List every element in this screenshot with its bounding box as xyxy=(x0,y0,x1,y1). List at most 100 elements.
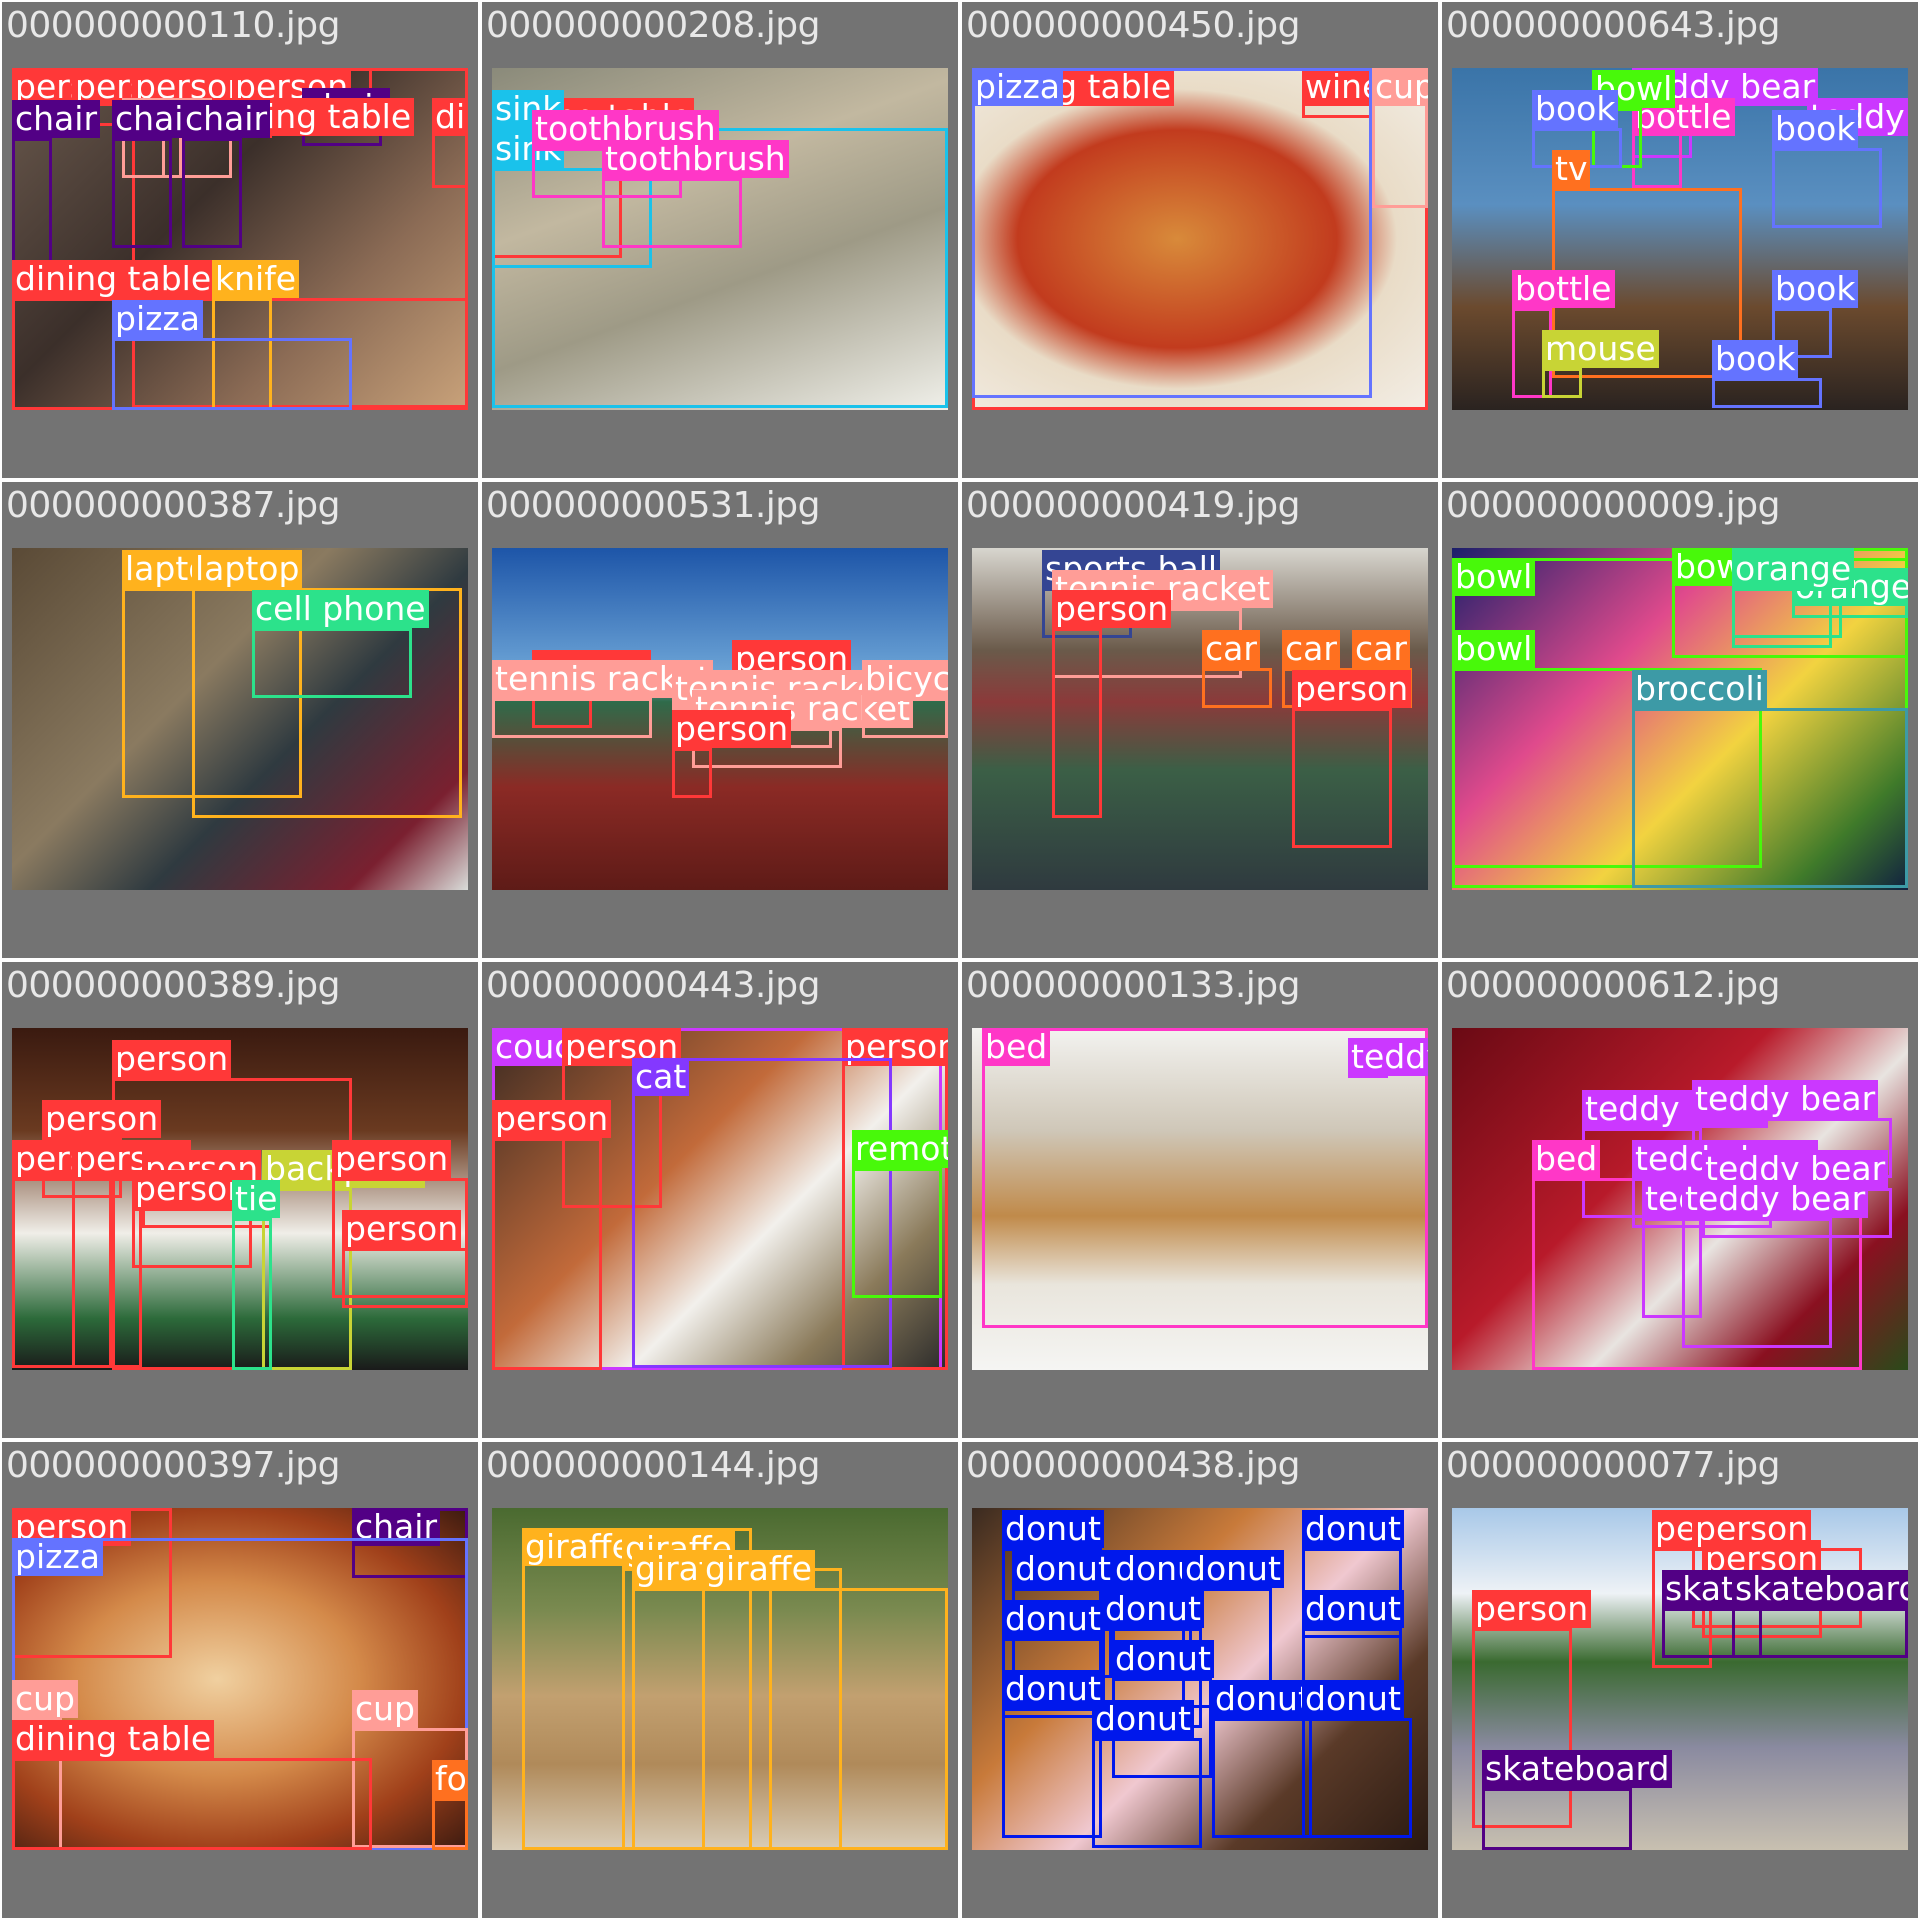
detection-label: donut xyxy=(1002,1510,1104,1548)
image-photo: personpersontennis rackettennis rackette… xyxy=(492,548,948,890)
image-filename: 000000000389.jpg xyxy=(6,965,341,1006)
image-photo: dining tablewine glasscuppizza xyxy=(972,68,1428,410)
image-filename: 000000000531.jpg xyxy=(486,485,821,526)
detection-box xyxy=(1632,708,1908,888)
detection-box xyxy=(972,68,1372,398)
detection-label: car xyxy=(1352,630,1410,668)
detection-label: bed xyxy=(1532,1140,1601,1178)
image-photo: donut donut donut donut donut donut donut donut… xyxy=(972,1508,1428,1850)
detection-box xyxy=(702,1588,948,1850)
image-photo: bowlbowlorangeorangeorangebowlbroccoli xyxy=(1452,548,1908,890)
detection-label: chair xyxy=(182,100,271,138)
image-filename: 000000000009.jpg xyxy=(1446,485,1781,526)
image-tile: 000000000009.jpgbowlbowlorangeorangeoran… xyxy=(1442,482,1918,958)
detection-label: donut xyxy=(1302,1680,1404,1718)
image-photo: teddy bearteddy bearbottlebowlbookbooktv… xyxy=(1452,68,1908,410)
image-photo: personpersonpersonskateboardskateboardpe… xyxy=(1452,1508,1908,1850)
detection-mosaic: 000000000110.jpgpersonpersonpersonperson… xyxy=(0,0,1920,1920)
detection-box xyxy=(1052,628,1102,818)
image-photo: sports ball tennis racket person car car car p… xyxy=(972,548,1428,890)
detection-label: tie xyxy=(232,1180,281,1218)
image-tile: 000000000419.jpg sports ball tennis racket… xyxy=(962,482,1438,958)
image-photo: dining tablesinksinktoothbrushtoothbrush xyxy=(492,68,948,410)
detection-label: cup xyxy=(12,1680,79,1718)
detection-box xyxy=(112,138,172,248)
detection-box xyxy=(432,1798,468,1850)
detection-label: bicycle xyxy=(862,660,948,698)
detection-label: cat xyxy=(632,1058,690,1096)
detection-label: teddy bear xyxy=(1692,1080,1879,1118)
image-filename: 000000000450.jpg xyxy=(966,5,1301,46)
detection-label: car xyxy=(1202,630,1260,668)
detection-label: donut xyxy=(1302,1590,1404,1628)
detection-box xyxy=(182,138,242,248)
image-filename: 000000000133.jpg xyxy=(966,965,1301,1006)
detection-box xyxy=(1732,1608,1908,1658)
detection-box xyxy=(672,748,712,798)
detection-label: person xyxy=(672,710,792,748)
detection-label: person xyxy=(42,1100,162,1138)
image-photo: couchpersonpersoncatpersonremote xyxy=(492,1028,948,1370)
detection-box xyxy=(112,338,352,410)
detection-label: dining table xyxy=(432,98,468,136)
detection-box xyxy=(12,1758,372,1850)
detection-label: bottle xyxy=(1512,270,1615,308)
detection-label: book xyxy=(1772,270,1859,308)
image-tile: 000000000643.jpgteddy bearteddy bearbott… xyxy=(1442,2,1918,478)
detection-label: book xyxy=(1772,110,1859,148)
image-photo: giraffe giraffe giraffe giraffe xyxy=(492,1508,948,1850)
detection-label: bowl xyxy=(1452,558,1536,596)
image-tile: 000000000387.jpg laptop laptop cell phone xyxy=(2,482,478,958)
detection-label: skateboard xyxy=(1732,1570,1908,1608)
detection-box xyxy=(342,1248,468,1308)
image-filename: 000000000208.jpg xyxy=(486,5,821,46)
detection-label: book xyxy=(1712,340,1799,378)
detection-label: donut xyxy=(1012,1550,1114,1588)
detection-label: giraffe xyxy=(522,1528,635,1566)
image-tile: 000000000438.jpg donut donut donut donut donu… xyxy=(962,1442,1438,1918)
image-tile: 000000000208.jpg dining tablesinksinktoot… xyxy=(482,2,958,478)
image-filename: 000000000077.jpg xyxy=(1446,1445,1781,1486)
detection-box xyxy=(492,698,652,738)
detection-label: laptop xyxy=(192,550,303,588)
detection-label: teddy bear xyxy=(1348,1038,1428,1076)
image-tile: 000000000144.jpg giraffe giraffe giraffe gir… xyxy=(482,1442,958,1918)
image-tile: 000000000531.jpg personpersontennis racke… xyxy=(482,482,958,958)
detection-label: car xyxy=(1282,630,1340,668)
detection-box xyxy=(862,698,948,738)
detection-box xyxy=(1202,668,1272,708)
detection-label: pizza xyxy=(972,68,1063,106)
image-photo: personpersonpersonpersonpersonpersonback… xyxy=(12,1028,468,1370)
image-filename: 000000000612.jpg xyxy=(1446,965,1781,1006)
detection-label: skateboard xyxy=(1482,1750,1673,1788)
image-filename: 000000000419.jpg xyxy=(966,485,1301,526)
image-tile: 000000000110.jpg personpersonpersonperson… xyxy=(2,2,478,478)
image-filename: 000000000144.jpg xyxy=(486,1445,821,1486)
image-tile: 000000000443.jpg couch person person cat pers… xyxy=(482,962,958,1438)
image-photo: teddy bearteddy bearbedteddy bearteddy b… xyxy=(1452,1028,1908,1370)
detection-box xyxy=(1002,1708,1102,1838)
detection-label: donut xyxy=(1112,1640,1214,1678)
detection-label: cup xyxy=(1372,68,1428,106)
image-tile: 000000000612.jpg teddy bear teddy bear bed t… xyxy=(1442,962,1918,1438)
image-tile: 000000000397.jpg person chair pizza cup cup di… xyxy=(2,1442,478,1918)
detection-label: toothbrush xyxy=(602,140,789,178)
detection-label: cell phone xyxy=(252,590,429,628)
detection-box xyxy=(1712,378,1822,408)
detection-box xyxy=(232,1218,272,1370)
detection-label: donut xyxy=(1002,1600,1104,1638)
detection-box xyxy=(492,1138,602,1370)
detection-label: tv xyxy=(1552,150,1591,188)
detection-box xyxy=(1092,1738,1202,1848)
detection-box xyxy=(1682,1218,1832,1348)
detection-label: fork xyxy=(432,1760,468,1798)
detection-box xyxy=(1302,1718,1412,1838)
detection-label: orange xyxy=(1732,550,1855,588)
image-photo: personchairpizzacupcupdining tablefork xyxy=(12,1508,468,1850)
image-filename: 000000000387.jpg xyxy=(6,485,341,526)
image-filename: 000000000397.jpg xyxy=(6,1445,341,1486)
detection-label: donut xyxy=(1212,1680,1314,1718)
detection-label: person xyxy=(1292,670,1412,708)
detection-label: pizza xyxy=(112,300,203,338)
detection-box xyxy=(852,1168,942,1298)
